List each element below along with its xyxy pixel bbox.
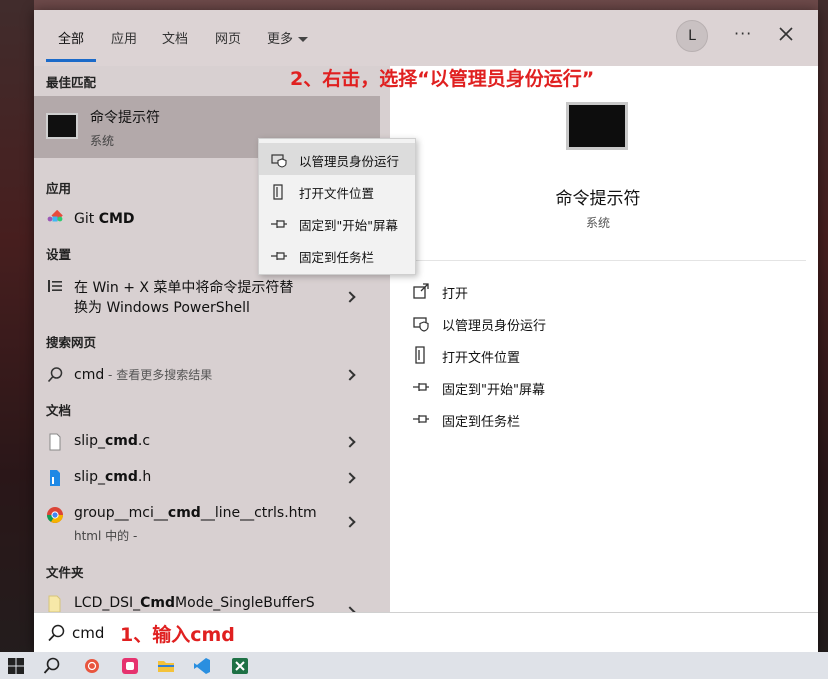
- tab-documents[interactable]: 文档: [162, 28, 188, 47]
- preview-subtitle: 系统: [585, 216, 610, 230]
- preview-title: 命令提示符: [555, 189, 641, 209]
- chevron-right-icon: [344, 369, 356, 381]
- menu-item-open-file-location[interactable]: 打开文件位置: [259, 175, 415, 207]
- search-icon[interactable]: [42, 656, 62, 676]
- file-location-icon: [273, 184, 283, 200]
- search-flyout: 全部 应用 文档 网页 更多 L ··· 最佳匹配 命令提示符 系统 应用 Gi…: [34, 10, 818, 652]
- action-run-as-admin[interactable]: 以管理员身份运行: [412, 312, 712, 336]
- section-best-match: 最佳匹配: [46, 75, 97, 90]
- pin-icon: [271, 252, 287, 260]
- document-item-label: slip_cmd.c: [74, 433, 151, 449]
- document-item-sub: html 中的 -: [74, 529, 138, 543]
- document-item[interactable]: slip_cmd.h: [34, 460, 380, 496]
- chevron-right-icon: [344, 516, 356, 528]
- pin-icon: [271, 220, 287, 228]
- tab-web[interactable]: 网页: [215, 28, 241, 47]
- action-pin-to-start[interactable]: 固定到"开始"屏幕: [412, 376, 712, 400]
- file-icon: [49, 433, 61, 451]
- close-icon[interactable]: [776, 24, 796, 44]
- action-pin-to-taskbar[interactable]: 固定到任务栏: [412, 408, 712, 432]
- menu-item-label: 固定到任务栏: [299, 250, 375, 265]
- action-label: 固定到"开始"屏幕: [442, 383, 545, 398]
- snail-app-icon[interactable]: [82, 656, 102, 676]
- folder-icon: [48, 595, 61, 612]
- chrome-icon: [47, 507, 63, 523]
- shield-icon: [271, 154, 287, 168]
- context-menu: 以管理员身份运行 打开文件位置 固定到"开始"屏幕 固定到任务栏: [258, 138, 416, 275]
- section-documents: 文档: [46, 403, 72, 418]
- menu-item-pin-to-start[interactable]: 固定到"开始"屏幕: [259, 207, 415, 239]
- tab-more[interactable]: 更多: [267, 28, 309, 47]
- annotation-step2: 2、右击，选择“以管理员身份运行”: [290, 68, 595, 90]
- section-settings: 设置: [46, 247, 72, 262]
- file-location-icon: [415, 346, 425, 364]
- menu-item-label: 以管理员身份运行: [299, 154, 400, 169]
- section-search-web: 搜索网页: [46, 335, 97, 350]
- section-folders: 文件夹: [46, 565, 84, 580]
- chevron-right-icon: [344, 472, 356, 484]
- annotation-step1: 1、输入cmd: [120, 624, 235, 646]
- excel-icon[interactable]: [230, 656, 250, 676]
- menu-item-label: 打开文件位置: [299, 186, 375, 201]
- preview-pane: 命令提示符 系统 打开 以管理员身份运行 打开文件位置 固定到"开始"屏幕 固定…: [390, 66, 818, 612]
- header-file-icon: [50, 470, 60, 486]
- document-item[interactable]: slip_cmd.c: [34, 424, 380, 460]
- menu-item-pin-to-taskbar[interactable]: 固定到任务栏: [259, 239, 415, 271]
- divider: [390, 260, 806, 261]
- best-match-subtitle: 系统: [90, 134, 115, 148]
- best-match-title: 命令提示符: [90, 110, 160, 126]
- command-prompt-icon: [566, 102, 628, 150]
- action-open[interactable]: 打开: [412, 280, 712, 304]
- action-label: 打开文件位置: [442, 351, 521, 366]
- shield-icon: [413, 317, 429, 332]
- tab-bar: 全部 应用 文档 网页 更多 L ···: [34, 10, 818, 66]
- section-apps: 应用: [46, 181, 72, 196]
- action-label: 固定到任务栏: [442, 415, 521, 430]
- folder-item-label: LCD_DSI_CmdMode_SingleBufferS: [74, 595, 315, 611]
- chevron-right-icon: [344, 291, 356, 303]
- more-options-button[interactable]: ···: [734, 24, 752, 43]
- web-search-item[interactable]: cmd - 查看更多搜索结果: [34, 356, 380, 392]
- windows-start-icon[interactable]: [6, 656, 26, 676]
- document-item[interactable]: group__mci__cmd__line__ctrls.htm html 中的…: [34, 496, 380, 546]
- chevron-down-icon: [298, 37, 309, 42]
- active-tab-indicator: [46, 59, 96, 62]
- avatar[interactable]: L: [676, 20, 708, 52]
- action-label: 以管理员身份运行: [442, 319, 547, 334]
- tab-all[interactable]: 全部: [58, 28, 84, 47]
- vscode-icon[interactable]: [192, 656, 212, 676]
- taskbar: [0, 652, 828, 679]
- web-search-label: cmd - 查看更多搜索结果: [74, 367, 213, 383]
- search-icon: [47, 367, 63, 383]
- action-label: 打开: [442, 287, 469, 302]
- open-icon: [413, 283, 429, 299]
- menu-item-run-as-admin[interactable]: 以管理员身份运行: [259, 143, 415, 175]
- settings-item-line2: 换为 Windows PowerShell: [74, 300, 250, 316]
- app-item-label: Git CMD: [74, 211, 135, 227]
- settings-item[interactable]: 在 Win + X 菜单中将命令提示符替 换为 Windows PowerShe…: [34, 268, 380, 316]
- pin-icon: [413, 383, 429, 391]
- git-icon: [47, 210, 63, 222]
- search-icon: [48, 624, 65, 642]
- command-prompt-icon: [46, 113, 78, 139]
- tab-apps[interactable]: 应用: [111, 28, 137, 47]
- folder-item[interactable]: LCD_DSI_CmdMode_SingleBufferS W: [34, 586, 380, 612]
- settings-item-line1: 在 Win + X 菜单中将命令提示符替: [74, 280, 294, 296]
- pink-app-icon[interactable]: [120, 656, 140, 676]
- list-settings-icon: [48, 280, 62, 292]
- file-explorer-icon[interactable]: [156, 656, 176, 676]
- action-open-file-location[interactable]: 打开文件位置: [412, 344, 712, 368]
- chevron-right-icon: [344, 436, 356, 448]
- menu-item-label: 固定到"开始"屏幕: [299, 218, 398, 233]
- document-item-label: group__mci__cmd__line__ctrls.htm: [74, 505, 317, 521]
- pin-icon: [413, 415, 429, 423]
- tab-more-label: 更多: [267, 32, 294, 47]
- document-item-label: slip_cmd.h: [74, 469, 152, 485]
